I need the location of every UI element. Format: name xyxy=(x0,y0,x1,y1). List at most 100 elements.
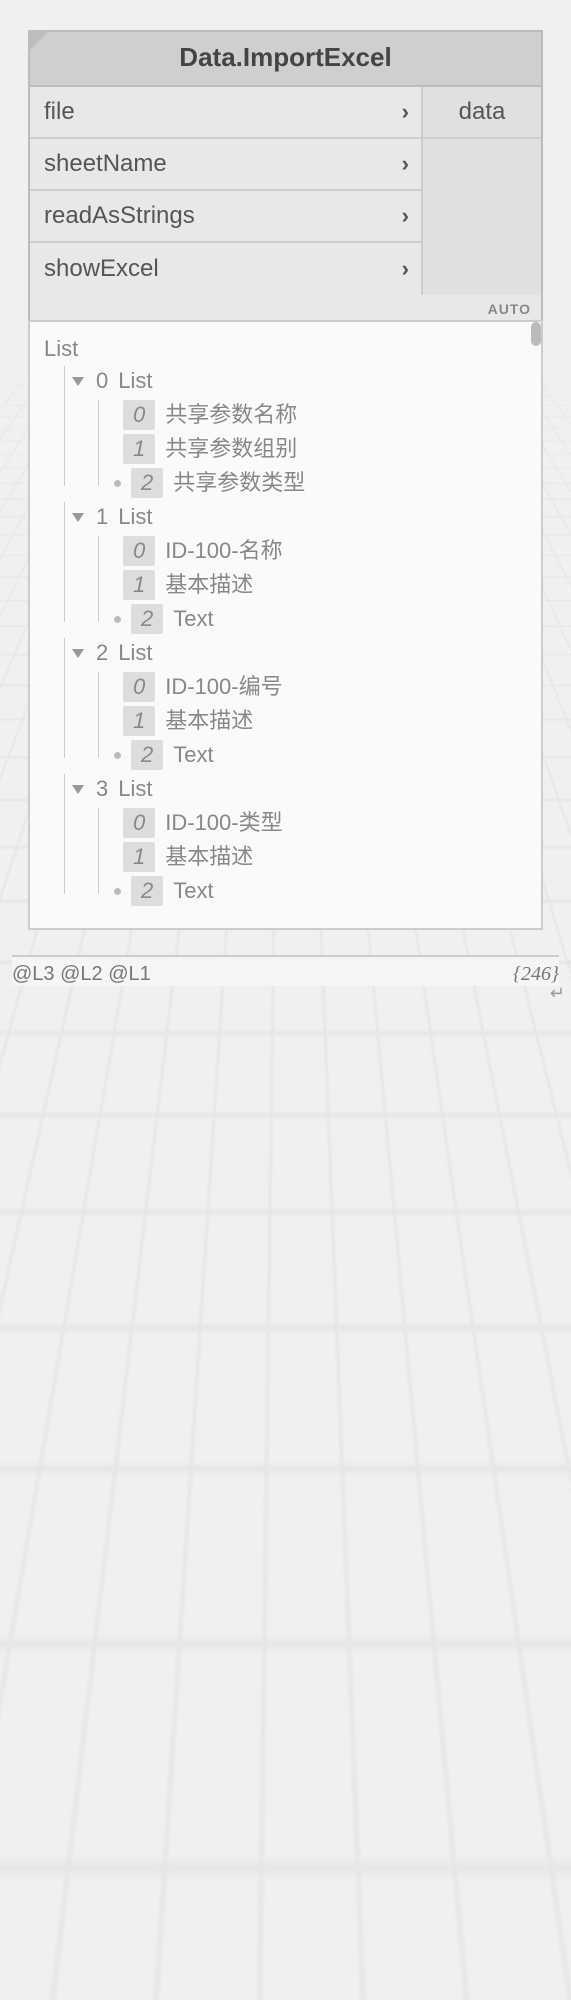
input-label: readAsStrings xyxy=(44,202,402,230)
tree-line-spacer xyxy=(112,536,113,566)
item-value: 共享参数名称 xyxy=(165,400,297,430)
tree-group-header[interactable]: 0 List xyxy=(78,366,533,396)
tree-end-dot-icon xyxy=(114,752,121,759)
tree-line-spacer xyxy=(112,570,113,600)
tree-line-spacer xyxy=(112,842,113,872)
input-port-showexcel[interactable]: showExcel › xyxy=(30,243,421,295)
group-label: List xyxy=(118,366,152,396)
twisty-down-icon[interactable] xyxy=(72,649,84,658)
tree-item[interactable]: 2 Text xyxy=(112,604,533,634)
tree-end-dot-icon xyxy=(114,616,121,623)
output-preview-panel[interactable]: List 0 List0共享参数名称1共享参数组别2共享参数类型1 List0I… xyxy=(28,320,543,930)
status-levels: @L3 @L2 @L1 xyxy=(12,963,151,986)
group-index: 0 xyxy=(96,366,108,396)
node-lacing-mode[interactable]: AUTO xyxy=(30,295,541,323)
chevron-right-icon[interactable]: › xyxy=(402,256,409,282)
item-value: Text xyxy=(173,604,213,634)
node-inputs: file › sheetName › readAsStrings › showE… xyxy=(30,87,421,295)
tree-item[interactable]: 1 共享参数组别 xyxy=(112,434,533,464)
tree-item[interactable]: 2 共享参数类型 xyxy=(112,468,533,498)
group-label: List xyxy=(118,502,152,532)
group-index: 1 xyxy=(96,502,108,532)
item-index-badge: 0 xyxy=(123,672,155,702)
item-value: 基本描述 xyxy=(165,842,253,872)
chevron-right-icon[interactable]: › xyxy=(402,203,409,229)
item-value: Text xyxy=(173,740,213,770)
input-port-readasstrings[interactable]: readAsStrings › xyxy=(30,191,421,243)
tree-group-items: 0 ID-100-名称 1 基本描述2 Text xyxy=(78,536,533,634)
tree-group-header[interactable]: 3 List xyxy=(78,774,533,804)
chevron-right-icon[interactable]: › xyxy=(402,99,409,125)
tree-line-spacer xyxy=(112,706,113,736)
twisty-down-icon[interactable] xyxy=(72,513,84,522)
preview-body: List 0 List0共享参数名称1共享参数组别2共享参数类型1 List0I… xyxy=(30,322,541,914)
tree-item[interactable]: 2 Text xyxy=(112,876,533,906)
tree-root-label: List xyxy=(44,336,533,362)
group-index: 3 xyxy=(96,774,108,804)
group-label: List xyxy=(118,774,152,804)
item-index-badge: 2 xyxy=(131,604,163,634)
tree-line-spacer xyxy=(112,434,113,464)
node-outputs: data xyxy=(421,87,541,295)
node-body: file › sheetName › readAsStrings › showE… xyxy=(30,87,541,295)
tree-group-items: 0 共享参数名称 1 共享参数组别2 共享参数类型 xyxy=(78,400,533,498)
twisty-down-icon[interactable] xyxy=(72,785,84,794)
tree-item[interactable]: 0 ID-100-编号 xyxy=(112,672,533,702)
item-index-badge: 2 xyxy=(131,740,163,770)
item-value: 基本描述 xyxy=(165,570,253,600)
input-label: sheetName xyxy=(44,150,402,178)
item-value: 基本描述 xyxy=(165,706,253,736)
tree-group-header[interactable]: 1 List xyxy=(78,502,533,532)
tree-item[interactable]: 1 基本描述 xyxy=(112,706,533,736)
twisty-down-icon[interactable] xyxy=(72,377,84,386)
scrollbar-thumb[interactable] xyxy=(531,322,541,346)
item-value: ID-100-编号 xyxy=(165,672,282,702)
item-index-badge: 0 xyxy=(123,400,155,430)
item-value: 共享参数组别 xyxy=(165,434,297,464)
tree-group-items: 0 ID-100-编号 1 基本描述2 Text xyxy=(78,672,533,770)
input-port-sheetname[interactable]: sheetName › xyxy=(30,139,421,191)
item-value: 共享参数类型 xyxy=(173,468,305,498)
item-index-badge: 2 xyxy=(131,876,163,906)
status-bar: @L3 @L2 @L1 {246} xyxy=(12,955,559,986)
node-title[interactable]: Data.ImportExcel xyxy=(30,32,541,87)
input-port-file[interactable]: file › xyxy=(30,87,421,139)
output-label: data xyxy=(459,98,506,126)
tree-item[interactable]: 1 基本描述 xyxy=(112,570,533,600)
tree-item[interactable]: 2 Text xyxy=(112,740,533,770)
item-index-badge: 0 xyxy=(123,536,155,566)
tree-group-items: 0 ID-100-类型 1 基本描述2 Text xyxy=(78,808,533,906)
tree-line-spacer xyxy=(112,808,113,838)
chevron-right-icon[interactable]: › xyxy=(402,151,409,177)
tree-end-dot-icon xyxy=(114,888,121,895)
item-index-badge: 1 xyxy=(123,842,155,872)
item-value: Text xyxy=(173,876,213,906)
tree-item[interactable]: 0 共享参数名称 xyxy=(112,400,533,430)
tree-line-spacer xyxy=(112,400,113,430)
output-port-data[interactable]: data xyxy=(423,87,541,139)
tree-group: 0 List0共享参数名称1共享参数组别2共享参数类型 xyxy=(44,366,533,498)
item-value: ID-100-类型 xyxy=(165,808,282,838)
item-index-badge: 0 xyxy=(123,808,155,838)
group-index: 2 xyxy=(96,638,108,668)
tree-item[interactable]: 1 基本描述 xyxy=(112,842,533,872)
item-index-badge: 1 xyxy=(123,706,155,736)
tree-line-spacer xyxy=(112,672,113,702)
group-label: List xyxy=(118,638,152,668)
node-data-import-excel[interactable]: Data.ImportExcel file › sheetName › read… xyxy=(28,30,543,325)
tree-group-header[interactable]: 2 List xyxy=(78,638,533,668)
item-index-badge: 1 xyxy=(123,434,155,464)
return-icon: ↵ xyxy=(550,983,565,1004)
input-label: file xyxy=(44,98,402,126)
tree-group: 3 List 0 ID-100-类型 1 基本描述2 Text xyxy=(44,774,533,906)
tree-group: 2 List0ID-100-编号1基本描述2Text xyxy=(44,638,533,770)
tree-end-dot-icon xyxy=(114,480,121,487)
tree-item[interactable]: 0 ID-100-类型 xyxy=(112,808,533,838)
item-value: ID-100-名称 xyxy=(165,536,282,566)
item-index-badge: 2 xyxy=(131,468,163,498)
tree-group: 1 List 0 ID-100-名称 1 基本描述2 Text xyxy=(44,502,533,634)
tree-item[interactable]: 0 ID-100-名称 xyxy=(112,536,533,566)
input-label: showExcel xyxy=(44,255,402,283)
item-index-badge: 1 xyxy=(123,570,155,600)
tree-container: 0 List0共享参数名称1共享参数组别2共享参数类型1 List0ID-100… xyxy=(44,366,533,906)
